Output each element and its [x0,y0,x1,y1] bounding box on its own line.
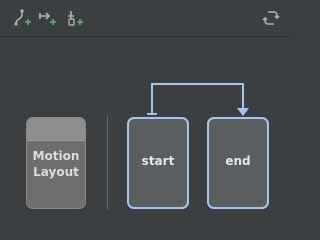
toolbar [0,0,290,36]
motion-layout-label-line1: Motion [32,149,80,163]
constraint-set-end[interactable]: end [207,117,269,209]
cycle-icon[interactable] [261,8,281,28]
constraint-set-start[interactable]: start [127,117,189,209]
constraint-set-end-label: end [225,154,251,168]
overview-divider [107,116,108,210]
motion-layout-node[interactable]: Motion Layout [26,117,86,209]
constraint-set-start-label: start [141,154,175,168]
create-click-handler-icon[interactable] [65,8,85,28]
motion-layout-node-header [27,118,85,141]
motion-layout-label: Motion Layout [27,148,85,180]
motion-layout-label-line2: Layout [33,165,79,179]
create-transition-icon[interactable] [38,8,58,28]
create-constraint-set-icon[interactable] [13,8,33,28]
